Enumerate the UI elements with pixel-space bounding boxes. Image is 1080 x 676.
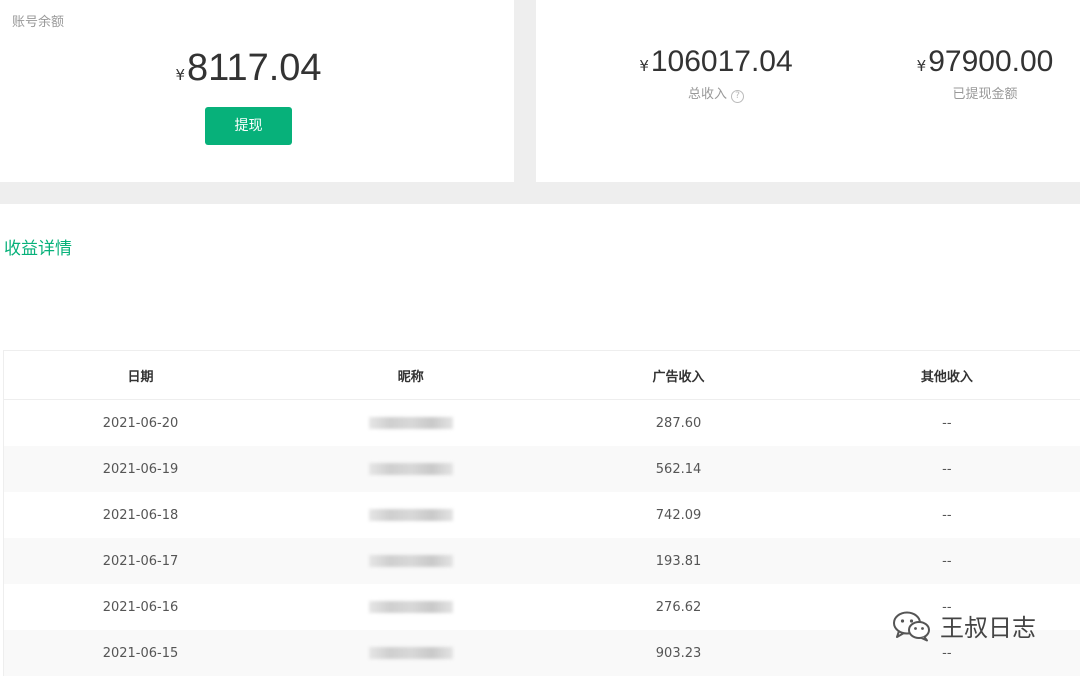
nickname-cell (277, 462, 544, 477)
withdrawn-value: 97900.00 (928, 45, 1054, 78)
table-header: 日期 昵称 广告收入 其他收入 (4, 351, 1080, 400)
date-cell: 2021-06-20 (102, 415, 179, 431)
ad-income-cell: 193.81 (655, 553, 702, 569)
other-income-cell: -- (942, 415, 952, 431)
balance-value: 8117.04 (187, 47, 322, 89)
total-income-caption: 总收入? (566, 83, 866, 103)
nickname-cell (277, 416, 544, 431)
date-cell: 2021-06-16 (102, 599, 179, 615)
blurred-nickname (368, 555, 453, 567)
balance-label: 账号余额 (12, 15, 65, 30)
withdrawn-caption: 已提现金额 (952, 87, 1018, 102)
currency-symbol: ¥ (175, 66, 185, 84)
currency-symbol: ¥ (639, 57, 649, 75)
help-icon[interactable]: ? (731, 90, 744, 103)
other-income-cell: -- (942, 507, 952, 523)
nickname-cell (277, 508, 544, 523)
column-header-ad-income: 广告收入 (652, 369, 705, 385)
blurred-nickname (368, 463, 453, 475)
ad-income-cell: 903.23 (655, 645, 702, 661)
income-card: ¥106017.04 总收入? ¥97900.00 已提现金额 (536, 0, 1080, 182)
ad-income-cell: 276.62 (655, 599, 702, 615)
nickname-cell (277, 600, 544, 615)
currency-symbol: ¥ (916, 57, 927, 75)
watermark: 王叔日志 (892, 608, 1036, 643)
total-income-amount: ¥106017.04 (566, 45, 866, 79)
blurred-nickname (368, 601, 453, 613)
table-row: 2021-06-20 287.60 -- (4, 400, 1080, 446)
table-row: 2021-06-18 742.09 -- (4, 492, 1080, 538)
column-header-other-income: 其他收入 (920, 369, 973, 385)
date-cell: 2021-06-15 (102, 645, 179, 661)
nickname-cell (277, 646, 544, 661)
date-cell: 2021-06-18 (102, 507, 179, 523)
balance-card: 账号余额 ¥8117.04 提现 (0, 0, 514, 182)
other-income-cell: -- (942, 645, 952, 661)
watermark-text: 王叔日志 (940, 614, 1036, 642)
blurred-nickname (368, 509, 453, 521)
ad-income-cell: 562.14 (655, 461, 702, 477)
table-row: 2021-06-19 562.14 -- (4, 446, 1080, 492)
earnings-title: 收益详情 (4, 239, 72, 259)
ad-income-cell: 287.60 (655, 415, 702, 431)
blurred-nickname (368, 417, 453, 429)
other-income-cell: -- (942, 461, 952, 477)
nickname-cell (277, 554, 544, 569)
withdraw-button[interactable]: 提现 (205, 107, 292, 145)
total-income-value: 106017.04 (650, 45, 793, 78)
wechat-icon (893, 611, 930, 641)
balance-amount: ¥8117.04 (0, 47, 497, 90)
total-income-label: 总收入 (687, 87, 727, 102)
date-cell: 2021-06-17 (102, 553, 179, 569)
table-row: 2021-06-17 193.81 -- (4, 538, 1080, 584)
other-income-cell: -- (942, 553, 952, 569)
blurred-nickname (368, 647, 453, 659)
withdrawn-amount: ¥97900.00 (835, 45, 1080, 79)
ad-income-cell: 742.09 (655, 507, 702, 523)
withdrawn-stat: ¥97900.00 已提现金额 (835, 45, 1080, 102)
column-header-date: 日期 (127, 369, 154, 385)
column-header-nickname: 昵称 (397, 369, 424, 385)
date-cell: 2021-06-19 (102, 461, 179, 477)
total-income-stat: ¥106017.04 总收入? (566, 45, 866, 103)
